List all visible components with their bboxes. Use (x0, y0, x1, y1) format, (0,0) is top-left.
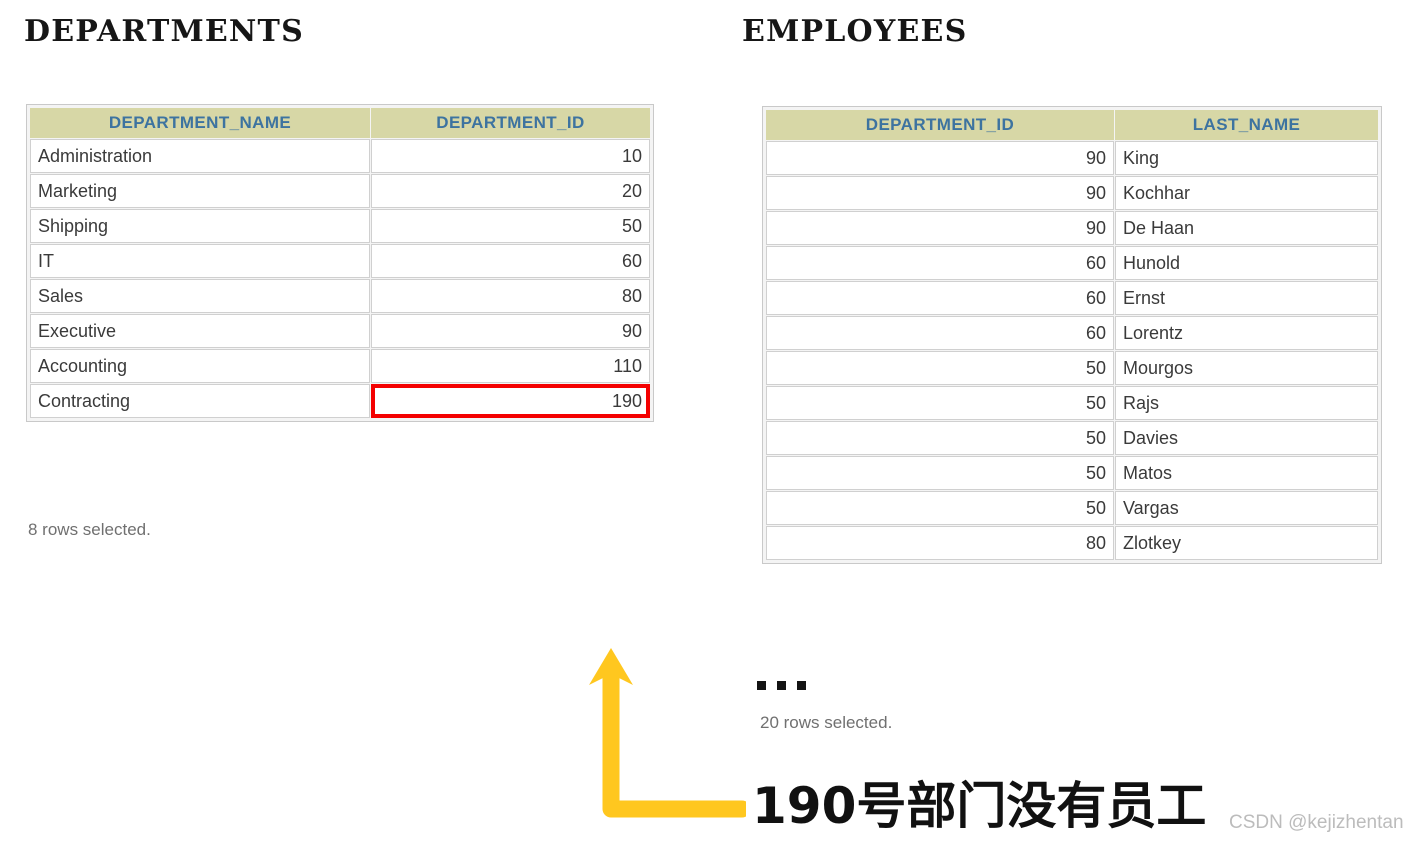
ellipsis-square (777, 681, 786, 690)
ellipsis-square (757, 681, 766, 690)
cell-department-id[interactable]: 50 (766, 456, 1114, 490)
cell-department-name[interactable]: Executive (30, 314, 370, 348)
cell-last-name[interactable]: King (1115, 141, 1378, 175)
cell-last-name[interactable]: De Haan (1115, 211, 1378, 245)
cell-last-name[interactable]: Kochhar (1115, 176, 1378, 210)
employees-rows-selected-caption: 20 rows selected. (760, 713, 893, 732)
table-row[interactable]: 50 Rajs (766, 386, 1378, 420)
employees-truncation-ellipsis (757, 681, 806, 690)
table-row[interactable]: 50 Davies (766, 421, 1378, 455)
cell-department-id[interactable]: 60 (766, 316, 1114, 350)
table-row[interactable]: 90 De Haan (766, 211, 1378, 245)
cell-department-name[interactable]: Administration (30, 139, 370, 173)
employees-title: EMPLOYEES (742, 14, 968, 49)
cell-department-id[interactable]: 80 (371, 279, 650, 313)
ellipsis-square (797, 681, 806, 690)
table-row[interactable]: 60 Hunold (766, 246, 1378, 280)
cell-department-id[interactable]: 60 (371, 244, 650, 278)
table-row[interactable]: Executive 90 (30, 314, 650, 348)
cell-last-name[interactable]: Davies (1115, 421, 1378, 455)
table-header-row: DEPARTMENT_NAME DEPARTMENT_ID (30, 108, 650, 138)
cell-last-name[interactable]: Mourgos (1115, 351, 1378, 385)
departments-rows-selected-caption: 8 rows selected. (28, 520, 151, 539)
table-row[interactable]: Contracting 190 (30, 384, 650, 418)
cell-last-name[interactable]: Ernst (1115, 281, 1378, 315)
table-row[interactable]: Shipping 50 (30, 209, 650, 243)
cell-last-name[interactable]: Lorentz (1115, 316, 1378, 350)
cell-last-name[interactable]: Matos (1115, 456, 1378, 490)
cell-department-id[interactable]: 90 (766, 211, 1114, 245)
cell-last-name[interactable]: Zlotkey (1115, 526, 1378, 560)
cell-department-name[interactable]: Contracting (30, 384, 370, 418)
employees-result-grid: DEPARTMENT_ID LAST_NAME 90 King 90 Kochhar 9… (762, 106, 1382, 564)
elbow-arrow-up-icon (589, 648, 746, 818)
table-row[interactable]: 60 Ernst (766, 281, 1378, 315)
column-header-department-name[interactable]: DEPARTMENT_NAME (30, 108, 370, 138)
table-row[interactable]: 50 Vargas (766, 491, 1378, 525)
cell-department-id[interactable]: 90 (766, 176, 1114, 210)
cell-department-id[interactable]: 110 (371, 349, 650, 383)
table-row[interactable]: Administration 10 (30, 139, 650, 173)
column-header-last-name[interactable]: LAST_NAME (1115, 110, 1378, 140)
cell-department-id[interactable]: 90 (371, 314, 650, 348)
cell-last-name[interactable]: Hunold (1115, 246, 1378, 280)
cell-department-id[interactable]: 20 (371, 174, 650, 208)
table-row[interactable]: 90 King (766, 141, 1378, 175)
departments-result-grid: DEPARTMENT_NAME DEPARTMENT_ID Administra… (26, 104, 654, 422)
cell-department-name[interactable]: Accounting (30, 349, 370, 383)
cell-department-name[interactable]: Marketing (30, 174, 370, 208)
cell-last-name[interactable]: Rajs (1115, 386, 1378, 420)
cell-department-id-highlighted[interactable]: 190 (371, 384, 650, 418)
table-row[interactable]: Sales 80 (30, 279, 650, 313)
table-row[interactable]: 50 Matos (766, 456, 1378, 490)
table-row[interactable]: Marketing 20 (30, 174, 650, 208)
table-header-row: DEPARTMENT_ID LAST_NAME (766, 110, 1378, 140)
callout-annotation-text: 190号部门没有员工 (752, 777, 1207, 835)
cell-department-id[interactable]: 10 (371, 139, 650, 173)
cell-department-id[interactable]: 60 (766, 246, 1114, 280)
cell-department-id[interactable]: 60 (766, 281, 1114, 315)
table-row[interactable]: IT 60 (30, 244, 650, 278)
cell-department-name[interactable]: Shipping (30, 209, 370, 243)
table-row[interactable]: Accounting 110 (30, 349, 650, 383)
cell-last-name[interactable]: Vargas (1115, 491, 1378, 525)
cell-department-id[interactable]: 50 (371, 209, 650, 243)
column-header-department-id[interactable]: DEPARTMENT_ID (766, 110, 1114, 140)
departments-title: DEPARTMENTS (24, 14, 304, 49)
cell-department-id[interactable]: 90 (766, 141, 1114, 175)
cell-department-id[interactable]: 50 (766, 421, 1114, 455)
table-row[interactable]: 60 Lorentz (766, 316, 1378, 350)
cell-department-name[interactable]: IT (30, 244, 370, 278)
column-header-department-id[interactable]: DEPARTMENT_ID (371, 108, 650, 138)
cell-department-id[interactable]: 50 (766, 386, 1114, 420)
table-row[interactable]: 80 Zlotkey (766, 526, 1378, 560)
cell-department-id[interactable]: 80 (766, 526, 1114, 560)
cell-department-name[interactable]: Sales (30, 279, 370, 313)
table-row[interactable]: 90 Kochhar (766, 176, 1378, 210)
cell-department-id[interactable]: 50 (766, 351, 1114, 385)
table-row[interactable]: 50 Mourgos (766, 351, 1378, 385)
cell-department-id[interactable]: 50 (766, 491, 1114, 525)
csdn-watermark: CSDN @kejizhentan (1229, 812, 1404, 833)
